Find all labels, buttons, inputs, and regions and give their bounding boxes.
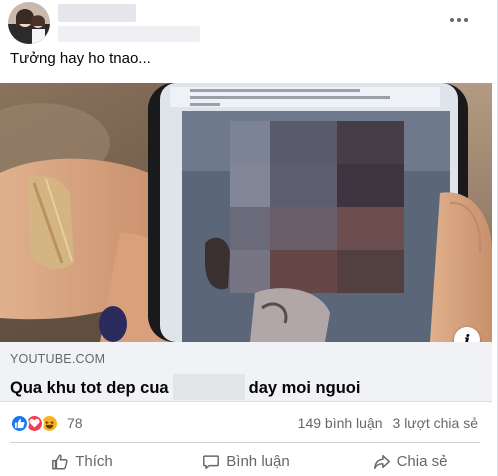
share-label: Chia sẻ [396, 453, 448, 470]
link-preview-image[interactable] [0, 83, 492, 342]
link-domain: YOUTUBE.COM [10, 352, 106, 366]
link-title-start: Qua khu tot dep cua [10, 379, 169, 397]
comment-count-link[interactable]: 149 bình luận [298, 415, 383, 431]
comment-label: Bình luận [226, 453, 290, 470]
more-horizontal-icon [450, 18, 454, 22]
post-header [0, 0, 498, 46]
post-meta-redacted [58, 26, 200, 42]
engagement-counts: 149 bình luận 3 lượt chia sẻ [298, 415, 478, 431]
comment-button[interactable]: Bình luận [164, 447, 328, 476]
divider [10, 442, 480, 443]
link-title[interactable]: Qua khu tot dep cua day moi nguoi [10, 374, 360, 400]
share-icon [373, 454, 390, 469]
comment-icon [203, 454, 220, 469]
post-action-bar: Thích Bình luận Chia sẻ [0, 447, 492, 476]
facebook-post: Tưởng hay ho tnao... i YOUTUBE.COM Qua k… [0, 0, 498, 476]
like-label: Thích [75, 453, 113, 470]
link-title-end: day moi nguoi [248, 379, 361, 397]
like-button[interactable]: Thích [0, 447, 164, 476]
more-horizontal-icon [464, 18, 468, 22]
post-stats: 78 149 bình luận 3 lượt chia sẻ [0, 402, 492, 442]
post-caption: Tưởng hay ho tnao... [10, 50, 151, 67]
more-options-button[interactable] [446, 10, 472, 30]
reaction-count: 78 [67, 415, 83, 431]
link-preview-card[interactable]: YOUTUBE.COM Qua khu tot dep cua day moi n… [0, 342, 492, 402]
author-name-redacted[interactable] [58, 4, 136, 22]
share-button[interactable]: Chia sẻ [328, 447, 492, 476]
reactions-summary[interactable]: 78 [10, 413, 83, 433]
more-horizontal-icon [457, 18, 461, 22]
thumbs-up-icon [52, 454, 68, 469]
share-count-link[interactable]: 3 lượt chia sẻ [393, 415, 478, 431]
link-title-redaction [172, 374, 245, 400]
like-icon [10, 413, 29, 433]
avatar[interactable] [8, 2, 50, 44]
